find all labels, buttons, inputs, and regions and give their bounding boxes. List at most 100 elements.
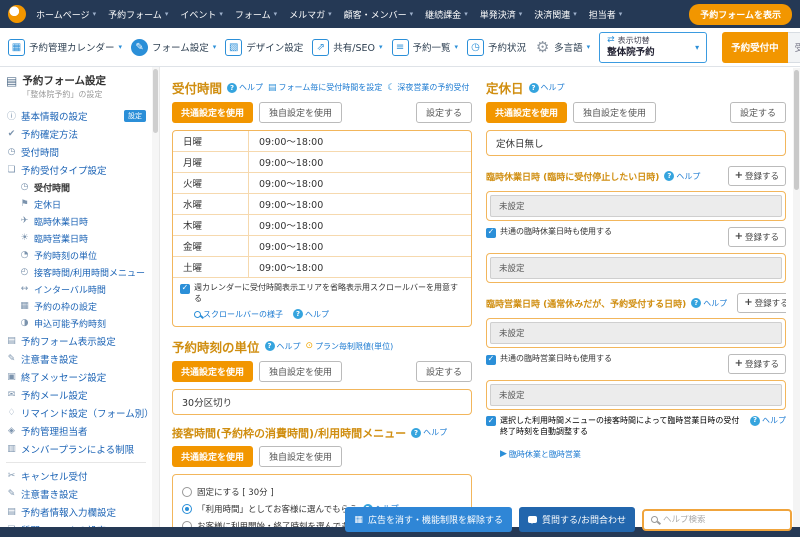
toolbar-calendar[interactable]: ▦ 予約管理カレンダー (8, 39, 122, 56)
scrollbar-thumb[interactable] (153, 69, 158, 133)
sidebar-subitem-interval[interactable]: ↔ インターバル時間 (0, 281, 152, 298)
sidebar-item-notes-common[interactable]: ✎ 注意書き設定 (0, 485, 152, 503)
settings-sidebar: ▤ 予約フォーム設定 「整体院予約」の設定 ⓘ 基本情報の設定 設定 ✔ 予約確… (0, 67, 152, 537)
toolbar-design-settings[interactable]: ▧ デザイン設定 (225, 39, 303, 56)
temporary-open-section: 臨時営業日時 (通常休みだが、予約受付する日時) ヘルプ 登録する 未設定 共通… (486, 293, 786, 460)
set-button[interactable]: 設定する (416, 361, 472, 382)
help-link[interactable]: ヘルプ (293, 309, 329, 320)
accepting-stop-button[interactable]: 受付停止 (788, 32, 800, 63)
switch-icon: ⇄ (607, 35, 615, 46)
midnight-business-link[interactable]: ☾深夜営業の予約受付 (387, 82, 469, 93)
auto-adjust-checkbox[interactable] (486, 416, 496, 426)
sidebar-item-form-display[interactable]: ▤ 予約フォーム表示設定 (0, 332, 152, 350)
nav-payment[interactable]: 決済関連 (534, 8, 577, 21)
nav-reservation-form[interactable]: 予約フォーム (108, 8, 168, 21)
sidebar-item-label: 予約確定方法 (21, 127, 78, 141)
nav-event[interactable]: イベント (180, 8, 223, 21)
toolbar-reservation-status[interactable]: ◷ 予約状況 (467, 39, 526, 56)
help-link[interactable]: ヘルプ (664, 171, 700, 182)
sidebar-item-end-message[interactable]: ▣ 終了メッセージ設定 (0, 368, 152, 386)
use-common-button[interactable]: 共通設定を使用 (486, 102, 567, 123)
sidebar-subitem-temp-open[interactable]: ☀ 臨時営業日時 (0, 230, 152, 247)
sidebar-item-customer-fields[interactable]: ▤ 予約者情報入力欄設定 (0, 503, 152, 521)
help-link[interactable]: ヘルプ (411, 427, 447, 438)
sidebar-item-manager[interactable]: ◈ 予約管理担当者 (0, 422, 152, 440)
sidebar-item-cancel[interactable]: ✂ キャンセル受付 (0, 467, 152, 485)
list-icon: ▤ (6, 507, 17, 517)
sidebar-scrollbar[interactable] (152, 67, 160, 537)
toolbar-multilanguage[interactable]: ⚙ 多言語 (535, 39, 590, 56)
help-link[interactable]: ヘルプ (265, 341, 301, 352)
register-button[interactable]: 登録する (728, 227, 786, 247)
nav-subscription[interactable]: 継続課金 (425, 8, 468, 21)
view-switcher[interactable]: ⇄ 表示切替 整体院予約 (599, 32, 707, 63)
sidebar-item-basic-info[interactable]: ⓘ 基本情報の設定 設定 (0, 107, 152, 125)
nav-form[interactable]: フォーム (235, 8, 277, 21)
nav-homepage[interactable]: ホームページ (36, 8, 96, 21)
nav-staff[interactable]: 担当者 (589, 8, 623, 21)
scrollbar-sample-link[interactable]: スクロールバーの様子 (194, 309, 283, 320)
sidebar-item-confirm-method[interactable]: ✔ 予約確定方法 (0, 125, 152, 143)
register-button[interactable]: 登録する (728, 166, 786, 186)
help-link[interactable]: ヘルプ (691, 298, 727, 309)
main-scrollbar[interactable] (793, 68, 800, 527)
help-link[interactable]: ヘルプ (529, 82, 565, 93)
use-custom-button[interactable]: 独自設定を使用 (259, 446, 342, 467)
sidebar-item-remind-settings[interactable]: ♢ リマインド設定（フォーム別） (0, 404, 152, 422)
help-icon (664, 171, 674, 181)
use-custom-button[interactable]: 独自設定を使用 (259, 102, 342, 123)
plan-limit-link[interactable]: ⊙プラン毎制限値(単位) (306, 341, 394, 352)
use-common-temp-closed-checkbox[interactable] (486, 228, 496, 238)
use-custom-button[interactable]: 独自設定を使用 (259, 361, 342, 382)
sidebar-item-reception-hours[interactable]: ◷ 受付時間 (0, 143, 152, 161)
use-common-temp-open-checkbox[interactable] (486, 355, 496, 365)
nav-newsletter[interactable]: メルマガ (289, 8, 332, 21)
per-form-hours-link[interactable]: ▤フォーム毎に受付時間を設定 (268, 82, 382, 93)
scrollbar-option-checkbox[interactable] (180, 284, 190, 294)
register-button[interactable]: 登録する (728, 354, 786, 374)
scrollbar-thumb[interactable] (794, 70, 799, 190)
accepting-toggle: 予約受付中 受付停止 (722, 32, 800, 63)
sidebar-item-mail-settings[interactable]: ✉ 予約メール設定 (0, 386, 152, 404)
sidebar-subitem-time-unit[interactable]: ◔ 予約時刻の単位 (0, 247, 152, 264)
sidebar-item-member-plan[interactable]: ▥ メンバープランによる制限 (0, 440, 152, 458)
register-button[interactable]: 登録する (737, 293, 786, 313)
sidebar-item-notes[interactable]: ✎ 注意書き設定 (0, 350, 152, 368)
search-icon (651, 516, 658, 523)
toolbar-share-seo[interactable]: ⇗ 共有/SEO (312, 39, 382, 56)
temp-closed-open-link[interactable]: ▶ 臨時休業と臨時営業 (486, 449, 581, 460)
list-icon: ≡ (392, 39, 409, 56)
schedule-time: 09:00〜18:00 (249, 239, 323, 253)
sidebar-item-label: 受付時間 (34, 181, 70, 194)
nav-customers[interactable]: 顧客・メンバー (344, 8, 414, 21)
help-link[interactable]: ヘルプ (227, 82, 263, 93)
help-link[interactable]: ヘルプ (750, 415, 786, 426)
settings-badge[interactable]: 設定 (124, 110, 146, 122)
help-search-input[interactable] (663, 515, 783, 525)
accepting-on-button[interactable]: 予約受付中 (722, 32, 788, 63)
show-reservation-form-button[interactable]: 予約フォームを表示 (689, 4, 792, 25)
set-button[interactable]: 設定する (730, 102, 786, 123)
sidebar-subitem-reception-hours[interactable]: ◷ 受付時間 (0, 179, 152, 196)
use-common-button[interactable]: 共通設定を使用 (172, 361, 253, 382)
radio-fixed-duration[interactable]: 固定にする [ 30分 ] (182, 486, 462, 498)
sidebar-subitem-regular-holiday[interactable]: ⚑ 定休日 (0, 196, 152, 213)
sidebar-item-reception-type[interactable]: ❏ 予約受付タイプ設定 (0, 161, 152, 179)
nav-single-payment[interactable]: 単発決済 (480, 8, 523, 21)
use-common-button[interactable]: 共通設定を使用 (172, 102, 253, 123)
sidebar-subitem-slot-settings[interactable]: ▦ 予約の枠の設定 (0, 298, 152, 315)
page-subtitle: 「整体院予約」の設定 (22, 89, 106, 100)
use-custom-button[interactable]: 独自設定を使用 (573, 102, 656, 123)
remove-ads-button[interactable]: ▦ 広告を消す・機能制限を解除する (345, 507, 512, 532)
toolbar-form-settings[interactable]: ✎ フォーム設定 (131, 39, 216, 56)
sidebar-subitem-temp-closed[interactable]: ✈ 臨時休業日時 (0, 213, 152, 230)
not-set-value: 未設定 (490, 195, 782, 217)
use-common-button[interactable]: 共通設定を使用 (172, 446, 253, 467)
sidebar-subitem-service-time[interactable]: ◴ 接客時間/利用時間メニュー (0, 264, 152, 281)
sidebar-subitem-bookable-time[interactable]: ◑ 申込可能予約時刻 (0, 315, 152, 332)
contact-button[interactable]: 質問する/お問合わせ (519, 507, 635, 532)
toolbar-reservation-list[interactable]: ≡ 予約一覧 (392, 39, 459, 56)
set-button[interactable]: 設定する (416, 102, 472, 123)
toolbar-share-label: 共有/SEO (333, 40, 375, 54)
moon-icon: ☾ (387, 83, 395, 93)
